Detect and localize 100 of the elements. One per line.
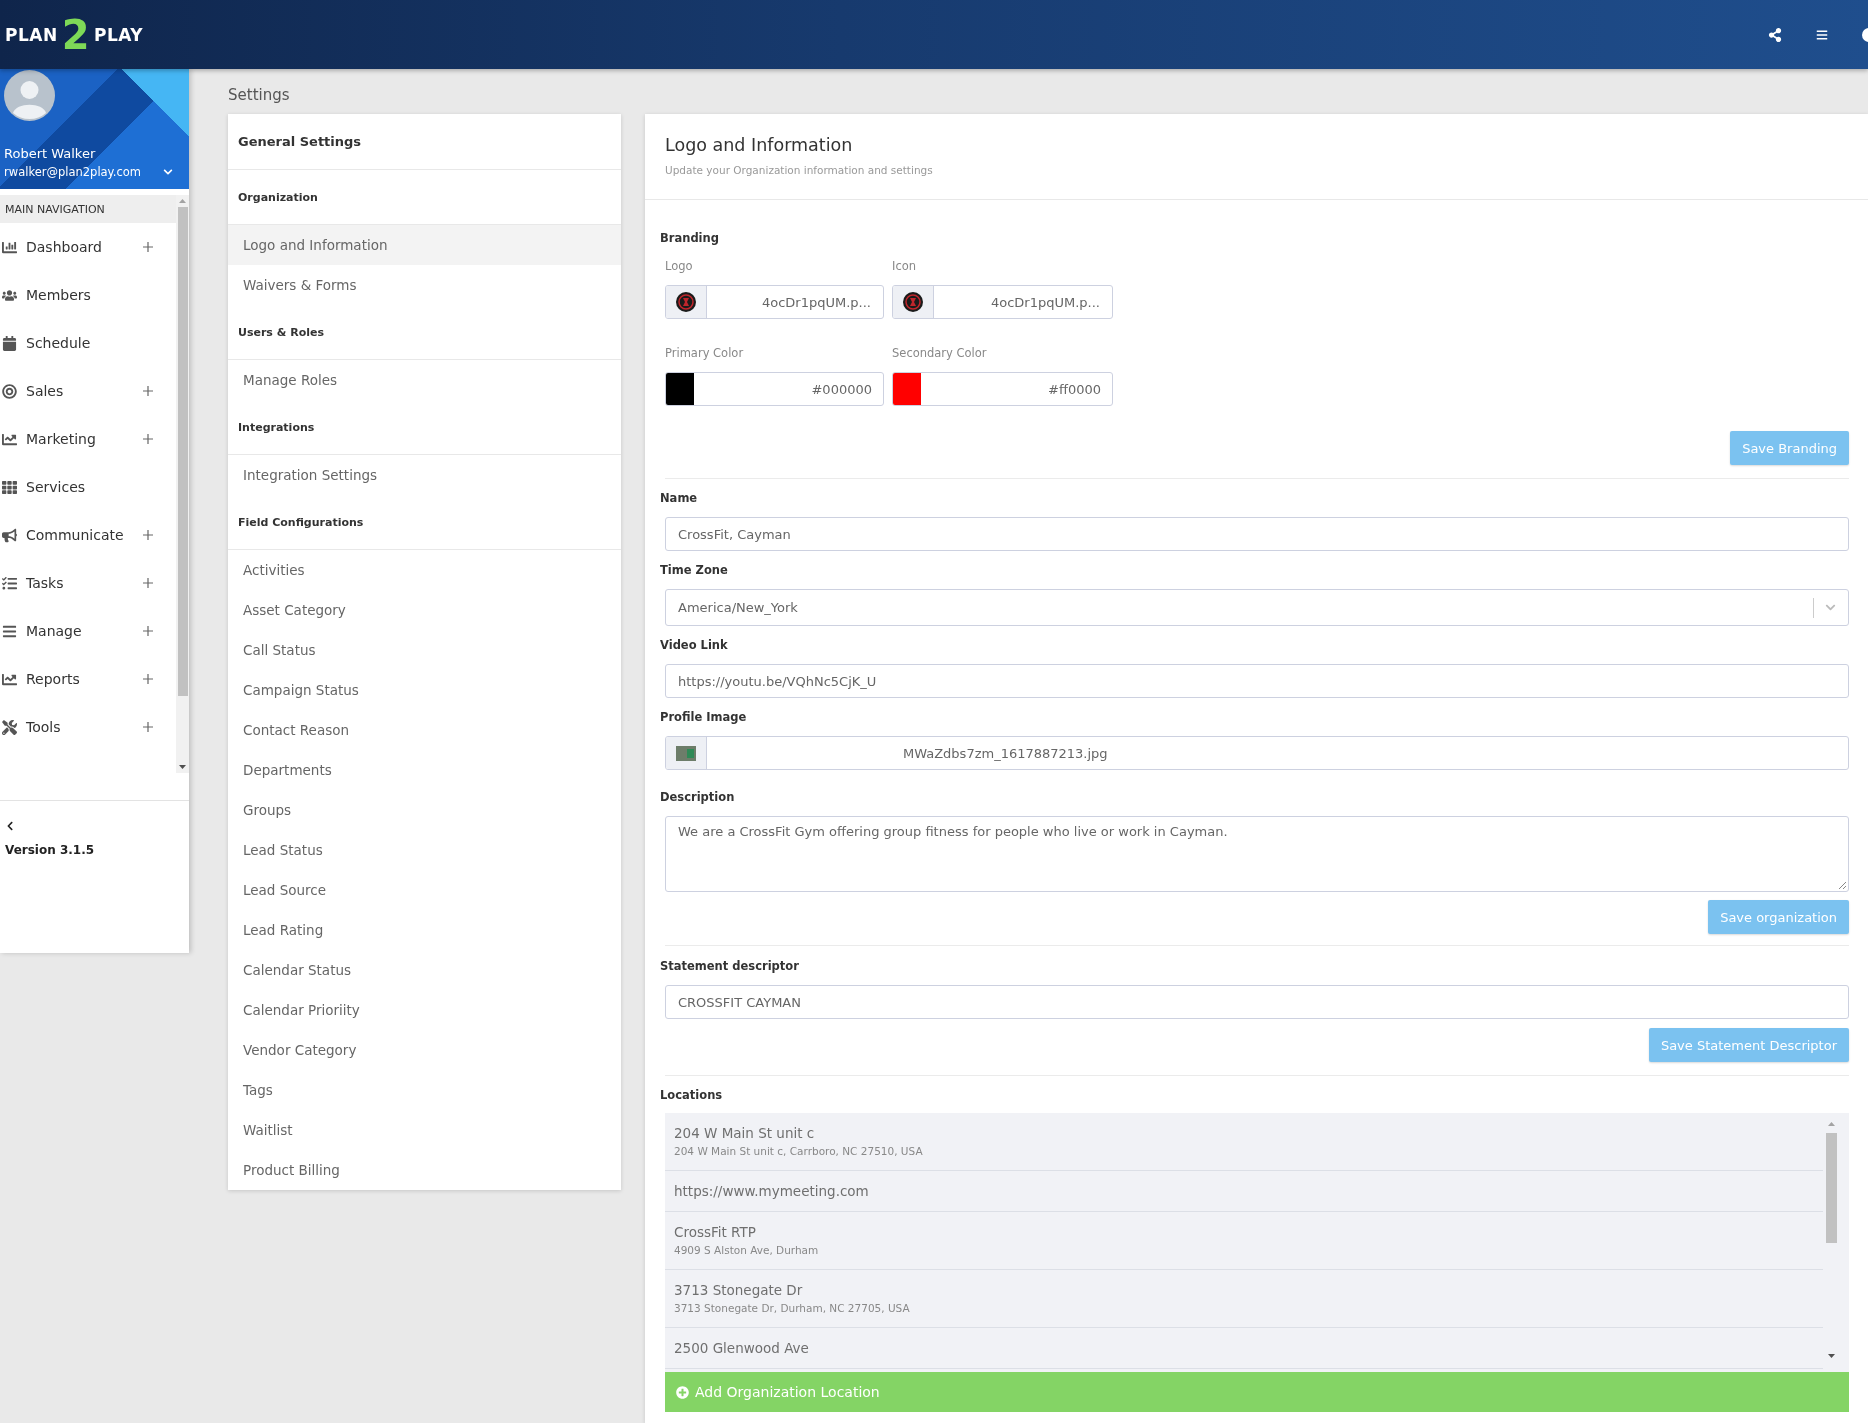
menu-item[interactable]: Waivers & Forms xyxy=(228,265,621,305)
file-field[interactable]: 4ocDr1pqUM.p... xyxy=(665,285,884,319)
round-emblem-icon xyxy=(903,292,923,312)
nav-item[interactable]: Dashboard xyxy=(0,223,176,271)
menu-section-heading: Users & Roles xyxy=(228,305,621,360)
section-label: Locations xyxy=(660,1088,724,1102)
nav-item[interactable]: Reports xyxy=(0,655,176,703)
nav-item[interactable]: Services xyxy=(0,463,176,511)
nav-item[interactable]: Sales xyxy=(0,367,176,415)
color-field[interactable]: #000000 xyxy=(665,372,884,406)
color-field[interactable]: #ff0000 xyxy=(892,372,1113,406)
field-label: Video Link xyxy=(660,638,729,652)
line-chart-icon xyxy=(2,671,17,687)
user-name: Robert Walker xyxy=(4,145,97,163)
menu-item[interactable]: Integration Settings xyxy=(228,455,621,495)
grid-icon xyxy=(2,479,17,495)
menu-item[interactable]: Call Status xyxy=(228,630,621,670)
avatar-icon xyxy=(4,70,55,121)
page-title: Settings xyxy=(228,85,291,105)
menu-item[interactable]: Lead Rating xyxy=(228,910,621,950)
nav-heading: MAIN NAVIGATION xyxy=(0,195,176,223)
plus-icon[interactable] xyxy=(143,242,153,252)
menu-item[interactable]: Activities xyxy=(228,550,621,590)
field-label: Logo xyxy=(665,259,694,273)
menu-item[interactable]: Groups xyxy=(228,790,621,830)
menu-item[interactable]: Manage Roles xyxy=(228,360,621,400)
nav-item[interactable]: Manage xyxy=(0,607,176,655)
menu-item[interactable]: Departments xyxy=(228,750,621,790)
scrollbar-thumb[interactable] xyxy=(177,207,188,696)
checklist-icon xyxy=(2,575,17,591)
menu-item[interactable]: Contact Reason xyxy=(228,710,621,750)
nav-item[interactable]: Schedule xyxy=(0,319,176,367)
card-subtitle: Update your Organization information and settings xyxy=(665,164,934,177)
chevron-down-icon xyxy=(1825,602,1836,613)
plus-icon[interactable] xyxy=(143,386,153,396)
scroll-down-icon[interactable] xyxy=(1827,1354,1835,1358)
location-name[interactable]: 3713 Stonegate Dr xyxy=(674,1280,1814,1300)
menu-item[interactable]: Calendar Status xyxy=(228,950,621,990)
nav-item[interactable]: Tools xyxy=(0,703,176,751)
nav-item[interactable]: Communicate xyxy=(0,511,176,559)
input-field[interactable]: CROSSFIT CAYMAN xyxy=(665,985,1849,1019)
chevron-left-icon[interactable] xyxy=(5,821,15,831)
file-field[interactable]: 4ocDr1pqUM.p... xyxy=(892,285,1113,319)
location-address: 204 W Main St unit c, Carrboro, NC 27510, USA xyxy=(674,1144,924,1159)
textarea-field[interactable]: We are a CrossFit Gym offering group fitness for people who live or work in Cayman. xyxy=(665,816,1849,892)
input-field[interactable]: https://youtu.be/VQhNc5CjK_U xyxy=(665,664,1849,698)
nav-item[interactable]: Tasks xyxy=(0,559,176,607)
menu-item[interactable]: Waitlist xyxy=(228,1110,621,1150)
field-label: Primary Color xyxy=(665,346,745,360)
plus-icon[interactable] xyxy=(143,626,153,636)
field-label: Profile Image xyxy=(660,710,748,724)
plus-icon[interactable] xyxy=(143,722,153,732)
menu-icon[interactable] xyxy=(1816,28,1828,41)
lines-icon xyxy=(2,623,17,639)
users-icon xyxy=(2,287,17,303)
target-icon xyxy=(2,383,17,399)
menu-title: General Settings xyxy=(228,114,621,170)
scroll-up-icon[interactable] xyxy=(179,199,186,203)
field-label: Description xyxy=(660,790,736,804)
menu-item[interactable]: Asset Category xyxy=(228,590,621,630)
tools-icon xyxy=(2,719,17,735)
menu-section-heading: Integrations xyxy=(228,400,621,455)
location-name[interactable]: 204 W Main St unit c xyxy=(674,1123,1814,1143)
plus-icon[interactable] xyxy=(143,434,153,444)
share-icon[interactable] xyxy=(1768,27,1782,42)
menu-item[interactable]: Logo and Information xyxy=(228,225,621,265)
plus-icon[interactable] xyxy=(143,530,153,540)
card-title: Logo and Information xyxy=(665,134,854,157)
menu-item[interactable]: Tags xyxy=(228,1070,621,1110)
plus-icon[interactable] xyxy=(143,674,153,684)
section-label: Branding xyxy=(660,231,720,245)
location-name[interactable]: 2500 Glenwood Ave xyxy=(674,1338,1814,1358)
resize-handle-icon[interactable] xyxy=(1838,881,1846,889)
chevron-down-icon[interactable] xyxy=(163,167,173,177)
field-label: Icon xyxy=(892,259,918,273)
location-name[interactable]: CrossFit RTP xyxy=(674,1222,1814,1242)
menu-item[interactable]: Vendor Category xyxy=(228,1030,621,1070)
field-label: Secondary Color xyxy=(892,346,988,360)
scrollbar-track[interactable] xyxy=(176,195,189,773)
photo-placeholder xyxy=(676,745,696,761)
menu-item[interactable]: Lead Source xyxy=(228,870,621,910)
menu-item[interactable]: Product Billing xyxy=(228,1150,621,1190)
select-field[interactable]: America/New_York xyxy=(665,589,1849,626)
file-field[interactable]: MWaZdbs7zm_1617887213.jpg xyxy=(665,736,1849,770)
menu-item[interactable]: Calendar Prioriity xyxy=(228,990,621,1030)
line-chart-icon xyxy=(2,431,17,447)
menu-item[interactable]: Campaign Status xyxy=(228,670,621,710)
scrollbar-thumb[interactable] xyxy=(1825,1133,1837,1243)
scroll-down-icon[interactable] xyxy=(179,765,186,769)
scroll-up-icon[interactable] xyxy=(1827,1122,1835,1126)
menu-item[interactable]: Lead Status xyxy=(228,830,621,870)
location-name[interactable]: https://www.mymeeting.com xyxy=(674,1181,1814,1201)
field-label: Time Zone xyxy=(660,563,729,577)
nav-item[interactable]: Members xyxy=(0,271,176,319)
input-field[interactable]: CrossFit, Cayman xyxy=(665,517,1849,551)
bar-chart-icon xyxy=(2,239,17,255)
user-email: rwalker@plan2play.com xyxy=(4,164,141,181)
megaphone-icon xyxy=(2,527,17,543)
nav-item[interactable]: Marketing xyxy=(0,415,176,463)
plus-icon[interactable] xyxy=(143,578,153,588)
